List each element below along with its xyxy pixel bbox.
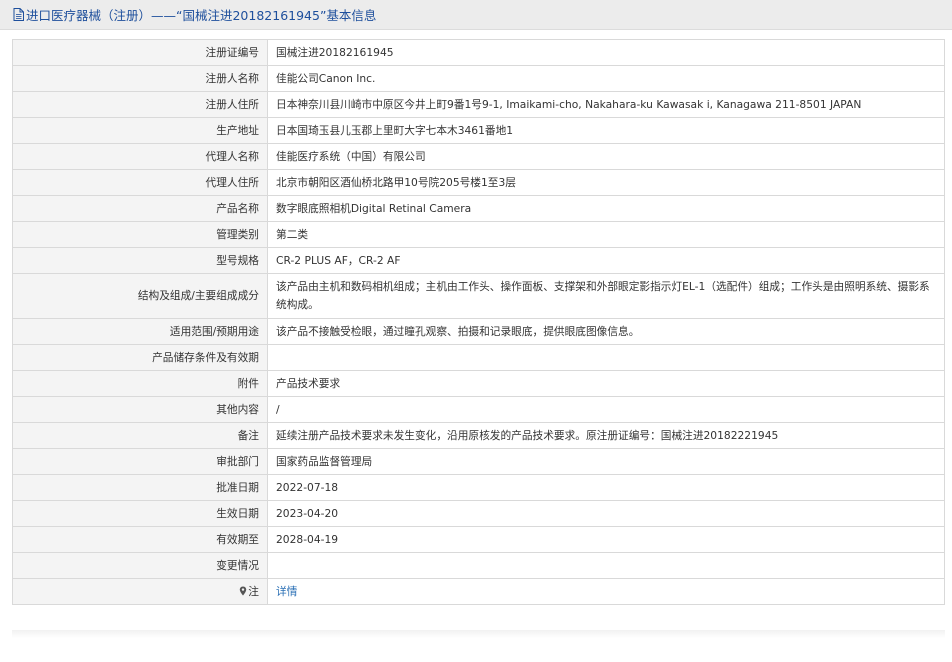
row-label-agent-name: 代理人名称 xyxy=(12,143,268,170)
row-value-registrant-address: 日本神奈川县川崎市中原区今井上町9番1号9-1, Imaikami-cho, N… xyxy=(267,91,945,118)
row-label-effective-date: 生效日期 xyxy=(12,500,268,527)
row-value-other: / xyxy=(267,396,945,423)
row-label-registrant-name: 注册人名称 xyxy=(12,65,268,92)
note-label-text: 注 xyxy=(248,584,259,598)
row-label-changes: 变更情况 xyxy=(12,552,268,579)
row-label-note: 注 xyxy=(12,578,268,605)
row-label-expiry-date: 有效期至 xyxy=(12,526,268,553)
row-value-approval-date: 2022-07-18 xyxy=(267,474,945,501)
table-row: 代理人住所 北京市朝阳区酒仙桥北路甲10号院205号楼1至3层 xyxy=(12,169,945,196)
row-label-intended-use: 适用范围/预期用途 xyxy=(12,318,268,345)
table-row: 型号规格 CR-2 PLUS AF，CR-2 AF xyxy=(12,247,945,274)
row-label-agent-address: 代理人住所 xyxy=(12,169,268,196)
row-label-approval-dept: 审批部门 xyxy=(12,448,268,475)
table-row: 附件 产品技术要求 xyxy=(12,370,945,397)
row-value-attachment: 产品技术要求 xyxy=(267,370,945,397)
table-row: 批准日期 2022-07-18 xyxy=(12,474,945,501)
row-value-agent-address: 北京市朝阳区酒仙桥北路甲10号院205号楼1至3层 xyxy=(267,169,945,196)
table-row: 产品名称 数字眼底照相机Digital Retinal Camera xyxy=(12,195,945,222)
row-value-expiry-date: 2028-04-19 xyxy=(267,526,945,553)
row-value-remarks: 延续注册产品技术要求未发生变化，沿用原核发的产品技术要求。原注册证编号：国械注进… xyxy=(267,422,945,449)
row-label-management-class: 管理类别 xyxy=(12,221,268,248)
table-row: 注 详情 xyxy=(12,578,945,605)
row-value-registration-number: 国械注进20182161945 xyxy=(267,39,945,66)
table-row: 生效日期 2023-04-20 xyxy=(12,500,945,527)
row-label-registrant-address: 注册人住所 xyxy=(12,91,268,118)
row-value-storage xyxy=(267,344,945,371)
page-title: 进口医疗器械（注册）——“国械注进20182161945”基本信息 xyxy=(26,8,377,23)
location-pin-icon xyxy=(240,586,247,595)
row-label-product-name: 产品名称 xyxy=(12,195,268,222)
row-value-structure: 该产品由主机和数码相机组成；主机由工作头、操作面板、支撑架和外部眼定影指示灯EL… xyxy=(267,273,945,319)
table-row: 变更情况 xyxy=(12,552,945,579)
row-value-effective-date: 2023-04-20 xyxy=(267,500,945,527)
table-row: 管理类别 第二类 xyxy=(12,221,945,248)
table-row: 适用范围/预期用途 该产品不接触受检眼，通过瞳孔观察、拍摄和记录眼底，提供眼底图… xyxy=(12,318,945,345)
row-value-intended-use: 该产品不接触受检眼，通过瞳孔观察、拍摄和记录眼底，提供眼底图像信息。 xyxy=(267,318,945,345)
row-label-attachment: 附件 xyxy=(12,370,268,397)
info-table: 注册证编号 国械注进20182161945 注册人名称 佳能公司Canon In… xyxy=(12,39,945,605)
row-label-registration-number: 注册证编号 xyxy=(12,39,268,66)
table-row: 产品储存条件及有效期 xyxy=(12,344,945,371)
detail-panel: 注册证编号 国械注进20182161945 注册人名称 佳能公司Canon In… xyxy=(12,39,945,605)
panel-bottom-shadow xyxy=(12,630,945,638)
row-value-production-address: 日本国琦玉县儿玉郡上里町大字七本木3461番地1 xyxy=(267,117,945,144)
row-value-model-spec: CR-2 PLUS AF，CR-2 AF xyxy=(267,247,945,274)
table-row: 有效期至 2028-04-19 xyxy=(12,526,945,553)
page-header: 进口医疗器械（注册）——“国械注进20182161945”基本信息 xyxy=(0,0,952,30)
row-value-registrant-name: 佳能公司Canon Inc. xyxy=(267,65,945,92)
row-label-approval-date: 批准日期 xyxy=(12,474,268,501)
row-value-management-class: 第二类 xyxy=(267,221,945,248)
row-label-remarks: 备注 xyxy=(12,422,268,449)
row-label-structure: 结构及组成/主要组成成分 xyxy=(12,273,268,319)
table-row: 生产地址 日本国琦玉县儿玉郡上里町大字七本木3461番地1 xyxy=(12,117,945,144)
row-value-note: 详情 xyxy=(267,578,945,605)
row-label-model-spec: 型号规格 xyxy=(12,247,268,274)
table-row: 备注 延续注册产品技术要求未发生变化，沿用原核发的产品技术要求。原注册证编号：国… xyxy=(12,422,945,449)
table-row: 审批部门 国家药品监督管理局 xyxy=(12,448,945,475)
row-value-product-name: 数字眼底照相机Digital Retinal Camera xyxy=(267,195,945,222)
table-row: 注册人名称 佳能公司Canon Inc. xyxy=(12,65,945,92)
table-row: 注册证编号 国械注进20182161945 xyxy=(12,39,945,66)
row-value-changes xyxy=(267,552,945,579)
document-icon xyxy=(13,8,24,21)
row-value-approval-dept: 国家药品监督管理局 xyxy=(267,448,945,475)
row-label-storage: 产品储存条件及有效期 xyxy=(12,344,268,371)
row-label-other: 其他内容 xyxy=(12,396,268,423)
table-row: 代理人名称 佳能医疗系统（中国）有限公司 xyxy=(12,143,945,170)
table-row: 其他内容 / xyxy=(12,396,945,423)
table-row: 结构及组成/主要组成成分 该产品由主机和数码相机组成；主机由工作头、操作面板、支… xyxy=(12,273,945,319)
details-link[interactable]: 详情 xyxy=(276,585,297,598)
row-label-production-address: 生产地址 xyxy=(12,117,268,144)
row-value-agent-name: 佳能医疗系统（中国）有限公司 xyxy=(267,143,945,170)
table-row: 注册人住所 日本神奈川县川崎市中原区今井上町9番1号9-1, Imaikami-… xyxy=(12,91,945,118)
